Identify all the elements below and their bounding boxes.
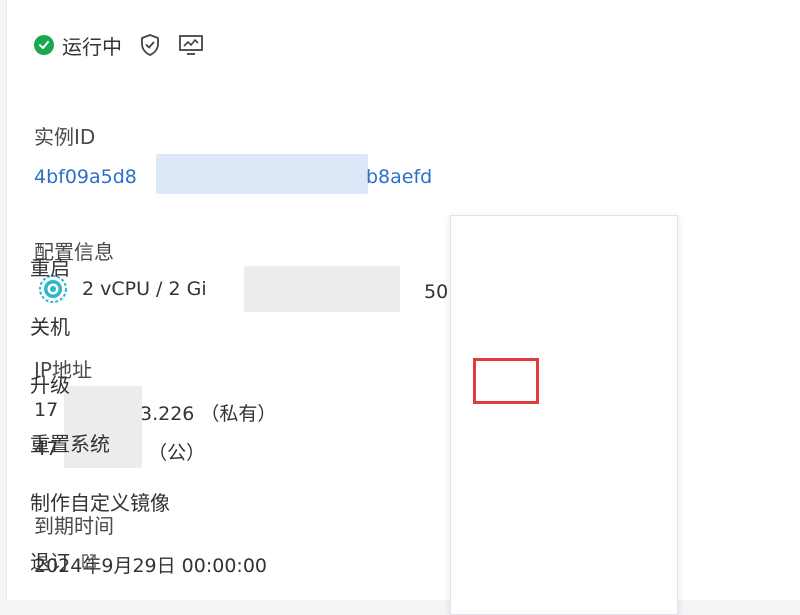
menu-item-label: 关机 [30,315,70,339]
menu-item-label: 重置系统 [30,432,110,456]
menu-item-upgrade[interactable]: 升级 [30,369,70,398]
menu-item-restart[interactable]: 重启 [30,252,70,281]
redaction-mask [244,266,400,312]
check-icon [34,35,54,55]
upgrade-highlight-box [473,358,539,404]
status-row: 运行中 [34,31,204,59]
private-ip-prefix: 17 [34,399,59,421]
private-ip-suffix: 3.226 （私有） [140,403,277,425]
shield-icon[interactable] [138,33,162,57]
config-value-prefix: 2 vCPU / 2 Gi [82,278,207,300]
instance-id-prefix[interactable]: 4bf09a5d8 [34,166,137,188]
menu-item-shutdown[interactable]: 关机 [30,311,70,340]
monitor-icon[interactable] [178,33,204,57]
status-label: 运行中 [62,34,122,59]
instance-id-label: 实例ID [34,125,96,149]
menu-item-label: 升级 [30,373,70,397]
action-dropdown-menu [450,215,678,615]
menu-item-unsubscribe[interactable]: 退订 [30,546,98,575]
menu-item-create-custom-image[interactable]: 制作自定义镜像 [30,487,170,516]
menu-item-reset-system[interactable]: 重置系统 [30,428,110,457]
redaction-mask [156,154,368,194]
menu-item-label: 重启 [30,256,70,280]
menu-item-label: 退订 [30,550,70,574]
menu-item-label: 制作自定义镜像 [30,491,170,515]
external-link-icon [82,553,96,568]
instance-id-suffix[interactable]: b8aefd [366,166,432,188]
